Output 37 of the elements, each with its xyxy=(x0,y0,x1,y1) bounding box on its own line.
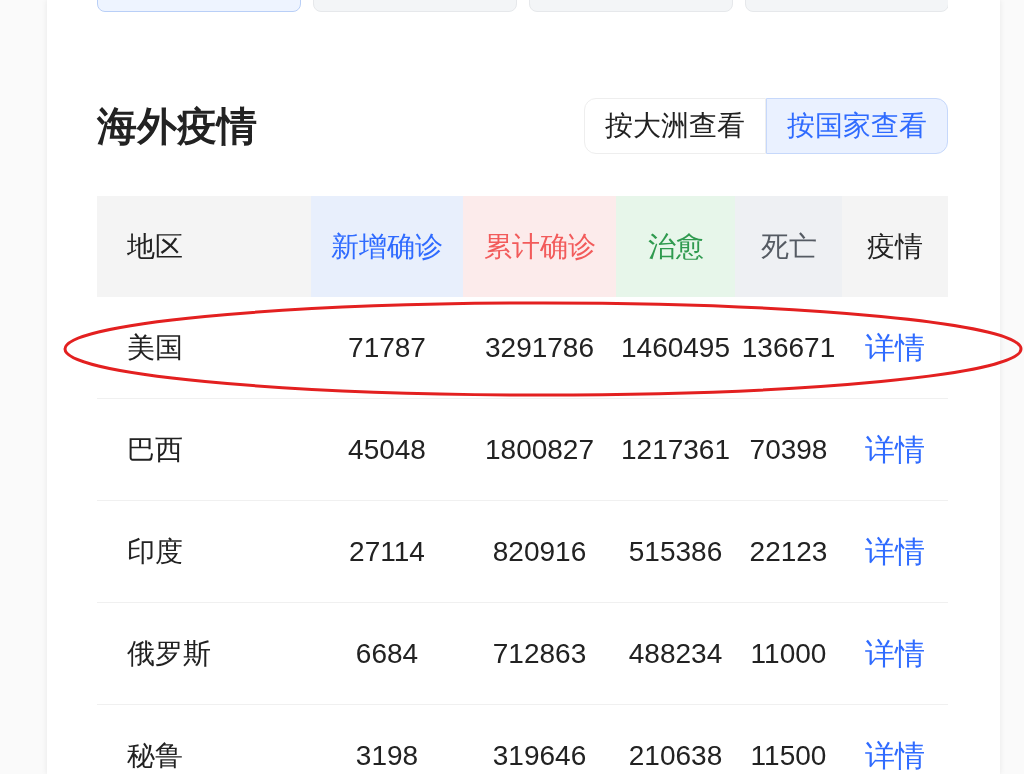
column-header: 治愈 xyxy=(616,196,735,297)
column-header: 死亡 xyxy=(735,196,842,297)
table-cell-text: 712863 xyxy=(492,636,587,671)
table-cell-text: 70398 xyxy=(749,432,828,467)
table-cell-text: 45048 xyxy=(348,432,426,467)
table-cell-text: 820916 xyxy=(492,534,587,569)
table-cell-text: 巴西 xyxy=(127,432,183,467)
table-cell-text: 11500 xyxy=(750,738,827,773)
table-cell-text: 美国 xyxy=(127,330,183,365)
table-cell-text: 俄罗斯 xyxy=(127,636,211,671)
details-link[interactable]: 详情 xyxy=(865,733,925,774)
details-link[interactable]: 详情 xyxy=(865,325,925,370)
table-cell-text: 22123 xyxy=(749,534,828,569)
section-title: 海外疫情 xyxy=(97,103,257,150)
details-link[interactable]: 详情 xyxy=(865,427,925,472)
table-cell-text: 210638 xyxy=(628,738,723,773)
table-cell-text: 319646 xyxy=(492,738,587,773)
details-link[interactable]: 详情 xyxy=(865,631,925,676)
table-cell-text: 515386 xyxy=(628,534,723,569)
table-cell-text: 1217361 xyxy=(621,432,730,467)
table-cell-text: 11000 xyxy=(750,636,827,671)
view-toggle[interactable]: 按国家查看 xyxy=(766,98,948,154)
column-header: 新增确诊 xyxy=(311,196,463,297)
view-toggle[interactable]: 按大洲查看 xyxy=(584,98,766,154)
table-cell-text: 秘鲁 xyxy=(127,738,183,773)
details-link[interactable]: 详情 xyxy=(865,529,925,574)
table-cell-text: 27114 xyxy=(349,534,425,569)
table-cell-text: 3291786 xyxy=(485,330,594,365)
table-cell-text: 136671 xyxy=(741,330,836,365)
table-cell-text: 6684 xyxy=(355,636,419,671)
table-cell-text: 1800827 xyxy=(485,432,594,467)
table-cell-text: 印度 xyxy=(127,534,183,569)
column-header: 累计确诊 xyxy=(463,196,616,297)
table-cell-text: 1460495 xyxy=(621,330,730,365)
table-cell-text: 3198 xyxy=(355,738,419,773)
table-cell-text: 71787 xyxy=(348,330,426,365)
table-cell-text: 488234 xyxy=(628,636,723,671)
